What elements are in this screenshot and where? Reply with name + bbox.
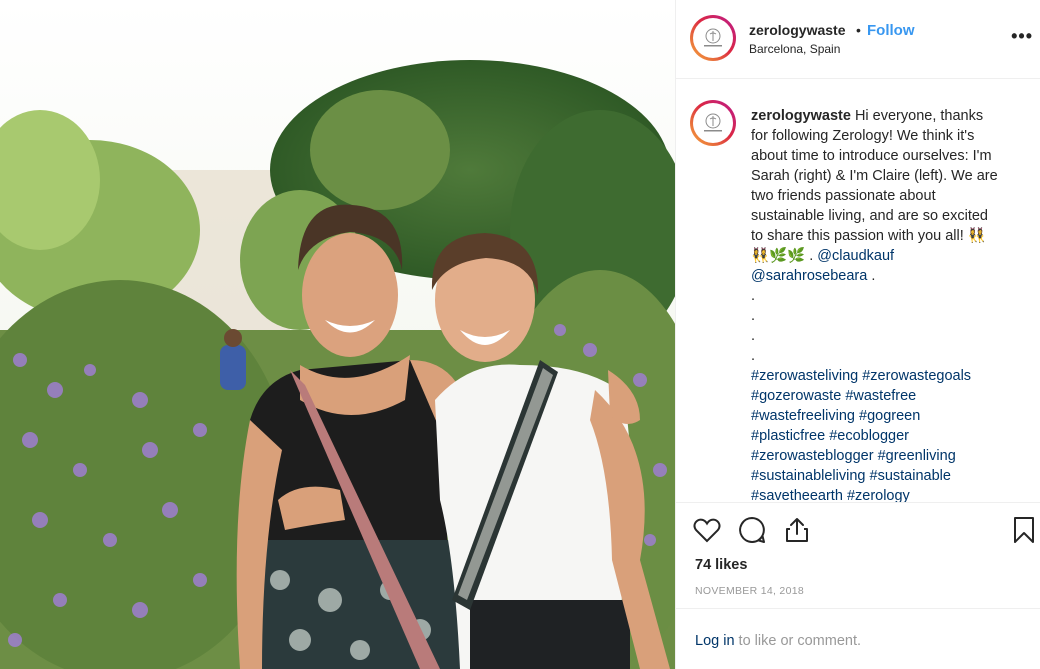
caption-line: 👯‍♀️🌿🌿 . @claudkauf bbox=[751, 248, 895, 264]
caption-username[interactable]: zerologywaste bbox=[751, 108, 851, 124]
post-username[interactable]: zerologywaste bbox=[749, 22, 845, 38]
comment-icon[interactable] bbox=[737, 515, 767, 545]
separator-dot: • bbox=[856, 22, 861, 38]
hashtag-link[interactable]: #plasticfree bbox=[751, 428, 825, 444]
post-date[interactable]: NOVEMBER 14, 2018 bbox=[695, 585, 804, 597]
caption-area: zerologywaste Hi everyone, thanks for fo… bbox=[676, 80, 1040, 502]
likes-count[interactable]: 74 likes bbox=[695, 557, 747, 573]
caption-line: for following Zerology! We think it's bbox=[751, 128, 975, 144]
zerology-logo-icon bbox=[704, 113, 722, 132]
hashtag-link[interactable]: #sustainableliving bbox=[751, 468, 865, 484]
caption-dot: . bbox=[751, 288, 756, 304]
caption-line: @sarahrosebeara . bbox=[751, 268, 876, 284]
mention-link[interactable]: @sarahrosebeara bbox=[751, 268, 867, 284]
follow-button[interactable]: Follow bbox=[867, 22, 915, 39]
hashtag-line: #savetheearth #zerology bbox=[751, 486, 1026, 502]
hashtag-link[interactable]: #zerology bbox=[847, 488, 910, 502]
post-photo[interactable] bbox=[0, 0, 675, 669]
caption-line: Sarah (right) & I'm Claire (left). We ar… bbox=[751, 168, 998, 184]
hashtag-line: #zerowasteblogger #greenliving bbox=[751, 446, 1026, 466]
caption-line: two friends passionate about bbox=[751, 188, 936, 204]
caption-line: to share this passion with you all! 👯‍♀️ bbox=[751, 228, 986, 244]
post-location[interactable]: Barcelona, Spain bbox=[749, 42, 840, 56]
post-header: zerologywaste • Follow Barcelona, Spain … bbox=[676, 0, 1040, 79]
caption-line: zerologywaste Hi everyone, thanks bbox=[751, 108, 984, 124]
hashtag-line: #sustainableliving #sustainable bbox=[751, 466, 1026, 486]
hashtag-link[interactable]: #gozerowaste bbox=[751, 388, 841, 404]
hashtag-link[interactable]: #wastefreeliving bbox=[751, 408, 855, 424]
caption-dot: . bbox=[751, 308, 756, 324]
hashtag-line: #gozerowaste #wastefree bbox=[751, 386, 1026, 406]
post-side-panel: zerologywaste • Follow Barcelona, Spain … bbox=[675, 0, 1040, 669]
hashtag-link[interactable]: #zerowasteliving bbox=[751, 368, 858, 384]
post-caption: zerologywaste Hi everyone, thanks for fo… bbox=[751, 106, 1026, 502]
hashtag-link[interactable]: #ecoblogger bbox=[829, 428, 909, 444]
avatar[interactable] bbox=[690, 15, 736, 61]
post-photo-image bbox=[0, 0, 675, 669]
caption-dot: . bbox=[751, 328, 756, 344]
login-prompt: Log in to like or comment. bbox=[695, 633, 862, 649]
hashtag-link[interactable]: #wastefree bbox=[845, 388, 916, 404]
hashtag-line: #zerowasteliving #zerowastegoals bbox=[751, 366, 1026, 386]
hashtag-link[interactable]: #zerowastegoals bbox=[862, 368, 971, 384]
hashtag-line: #wastefreeliving #gogreen bbox=[751, 406, 1026, 426]
hashtag-link[interactable]: #sustainable bbox=[870, 468, 951, 484]
login-link[interactable]: Log in bbox=[695, 633, 735, 649]
hashtag-link[interactable]: #greenliving bbox=[878, 448, 956, 464]
mention-link[interactable]: @claudkauf bbox=[817, 248, 894, 264]
share-icon[interactable] bbox=[782, 515, 812, 545]
caption-dot: . bbox=[751, 348, 756, 364]
hashtag-link[interactable]: #gogreen bbox=[859, 408, 920, 424]
hashtag-link[interactable]: #zerowasteblogger bbox=[751, 448, 874, 464]
caption-line: sustainable living, and are so excited bbox=[751, 208, 988, 224]
post-actions: 74 likes NOVEMBER 14, 2018 bbox=[676, 502, 1040, 608]
login-bar: Log in to like or comment. bbox=[676, 608, 1040, 669]
heart-icon[interactable] bbox=[692, 515, 722, 545]
caption-avatar[interactable] bbox=[690, 100, 736, 146]
bookmark-icon[interactable] bbox=[1009, 515, 1039, 545]
zerology-logo-icon bbox=[704, 28, 722, 47]
hashtag-link[interactable]: #savetheearth bbox=[751, 488, 843, 502]
more-options-icon[interactable]: ••• bbox=[1011, 26, 1033, 47]
caption-line: about time to introduce ourselves: I'm bbox=[751, 148, 992, 164]
hashtag-line: #plasticfree #ecoblogger bbox=[751, 426, 1026, 446]
